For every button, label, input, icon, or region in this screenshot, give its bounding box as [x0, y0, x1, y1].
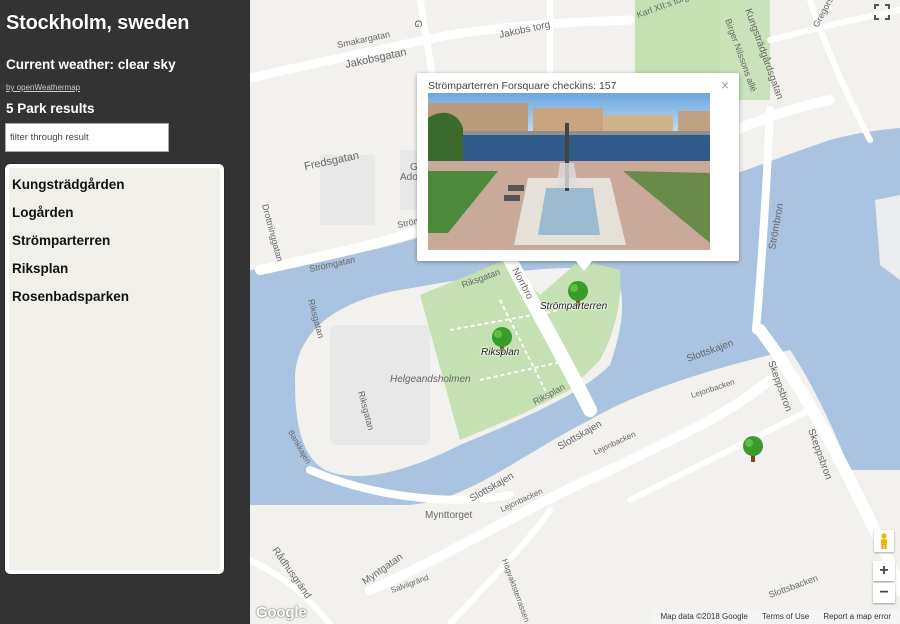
weather-credit-link[interactable]: by openWeathermap [6, 83, 80, 92]
park-list: Kungsträdgården Logården Strömparterren … [5, 164, 224, 574]
info-window-tail [576, 261, 592, 271]
zoom-out-button[interactable]: − [873, 583, 895, 603]
street-label-g-top: G [412, 20, 423, 28]
report-map-error-link[interactable]: Report a map error [823, 612, 891, 621]
list-item[interactable]: Rosenbadsparken [9, 283, 220, 311]
results-count: 5 Park results [6, 101, 95, 116]
marker-label-stromparterren: Strömparterren [540, 301, 608, 312]
zoom-in-button[interactable]: + [873, 561, 895, 581]
street-label-helgeandsholmen: Helgeandsholmen [390, 374, 471, 385]
map[interactable]: Smakargatan Jakobsgatan Jakobs torg G Ka… [250, 0, 900, 624]
terms-of-use-link[interactable]: Terms of Use [762, 612, 809, 621]
list-item[interactable]: Strömparterren [9, 227, 220, 255]
map-data-credit: Map data ©2018 Google [660, 612, 748, 621]
street-label-adolf: Ado [400, 172, 418, 183]
info-window-title: Strömparterren Forsquare checkins: 157 [428, 80, 617, 92]
street-view-pegman-icon[interactable] [874, 530, 894, 552]
close-icon[interactable]: × [721, 78, 729, 92]
list-item[interactable]: Logården [9, 199, 220, 227]
info-window: Strömparterren Forsquare checkins: 157 × [417, 73, 739, 261]
tree-marker-icon[interactable] [741, 435, 765, 468]
sidebar: Stockholm, sweden Current weather: clear… [0, 0, 250, 624]
street-label-mynttorget: Mynttorget [425, 510, 472, 521]
list-item[interactable]: Riksplan [9, 255, 220, 283]
filter-input[interactable] [5, 123, 169, 152]
google-logo: Google [256, 604, 307, 621]
list-item[interactable]: Kungsträdgården [9, 171, 220, 199]
map-attribution: Map data ©2018 Google Terms of Use Repor… [651, 610, 900, 624]
marker-label-riksplan: Riksplan [481, 347, 520, 358]
city-title: Stockholm, sweden [6, 12, 190, 34]
park-photo [428, 93, 710, 250]
weather-status: Current weather: clear sky [6, 57, 176, 72]
fullscreen-icon[interactable] [874, 4, 890, 20]
